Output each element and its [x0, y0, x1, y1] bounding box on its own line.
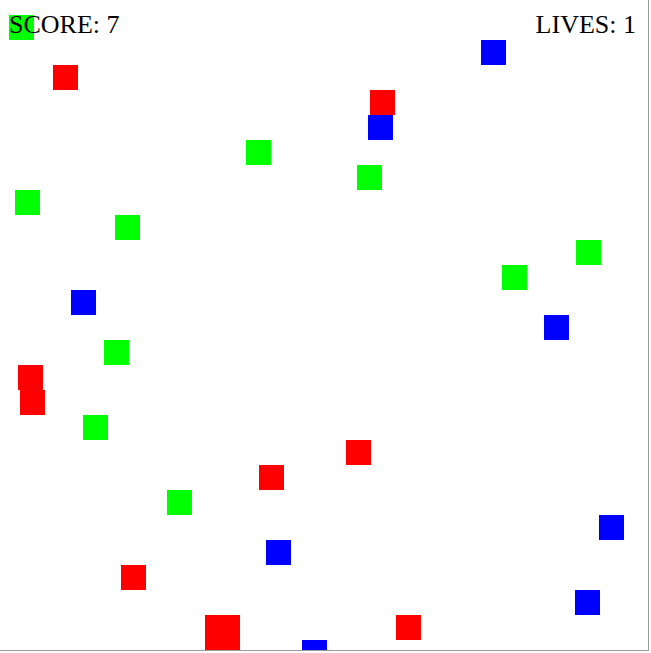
- square-fill: [368, 115, 393, 140]
- falling-square: [115, 215, 140, 240]
- square-fill: [575, 590, 600, 615]
- square-fill: [302, 640, 327, 651]
- square-fill: [502, 265, 527, 290]
- falling-square: [53, 65, 78, 90]
- falling-square: [83, 415, 108, 440]
- square-fill: [20, 390, 45, 415]
- square-fill: [121, 565, 146, 590]
- square-fill: [167, 490, 192, 515]
- hud: SCORE: 7 LIVES: 1: [0, 0, 648, 40]
- falling-square: [346, 440, 371, 465]
- falling-square: [302, 640, 327, 651]
- falling-square: [368, 115, 393, 140]
- square-fill: [53, 65, 78, 90]
- falling-square: [502, 265, 527, 290]
- falling-square: [259, 465, 284, 490]
- lives-text: LIVES: 1: [536, 9, 636, 40]
- falling-square: [396, 615, 421, 640]
- square-fill: [599, 515, 624, 540]
- square-fill: [205, 615, 240, 650]
- square-fill: [259, 465, 284, 490]
- square-fill: [544, 315, 569, 340]
- square-fill: [346, 440, 371, 465]
- falling-square: [576, 240, 601, 265]
- square-fill: [357, 165, 382, 190]
- falling-square: [357, 165, 382, 190]
- square-fill: [115, 215, 140, 240]
- falling-square: [481, 40, 506, 65]
- falling-square: [544, 315, 569, 340]
- falling-square: [575, 590, 600, 615]
- square-fill: [71, 290, 96, 315]
- player-square[interactable]: [205, 615, 240, 650]
- falling-square: [246, 140, 271, 165]
- falling-square: [370, 90, 395, 115]
- falling-square: [167, 490, 192, 515]
- falling-square: [18, 365, 43, 390]
- falling-square: [104, 340, 129, 365]
- falling-square: [599, 515, 624, 540]
- falling-square: [15, 190, 40, 215]
- square-fill: [370, 90, 395, 115]
- game-canvas[interactable]: SCORE: 7 LIVES: 1: [0, 0, 649, 651]
- square-fill: [396, 615, 421, 640]
- score-text: SCORE: 7: [9, 9, 120, 40]
- square-fill: [83, 415, 108, 440]
- falling-square: [266, 540, 291, 565]
- falling-square: [121, 565, 146, 590]
- square-fill: [15, 190, 40, 215]
- square-fill: [104, 340, 129, 365]
- square-fill: [18, 365, 43, 390]
- square-fill: [246, 140, 271, 165]
- falling-square: [20, 390, 45, 415]
- falling-square: [71, 290, 96, 315]
- square-fill: [266, 540, 291, 565]
- square-fill: [576, 240, 601, 265]
- square-fill: [481, 40, 506, 65]
